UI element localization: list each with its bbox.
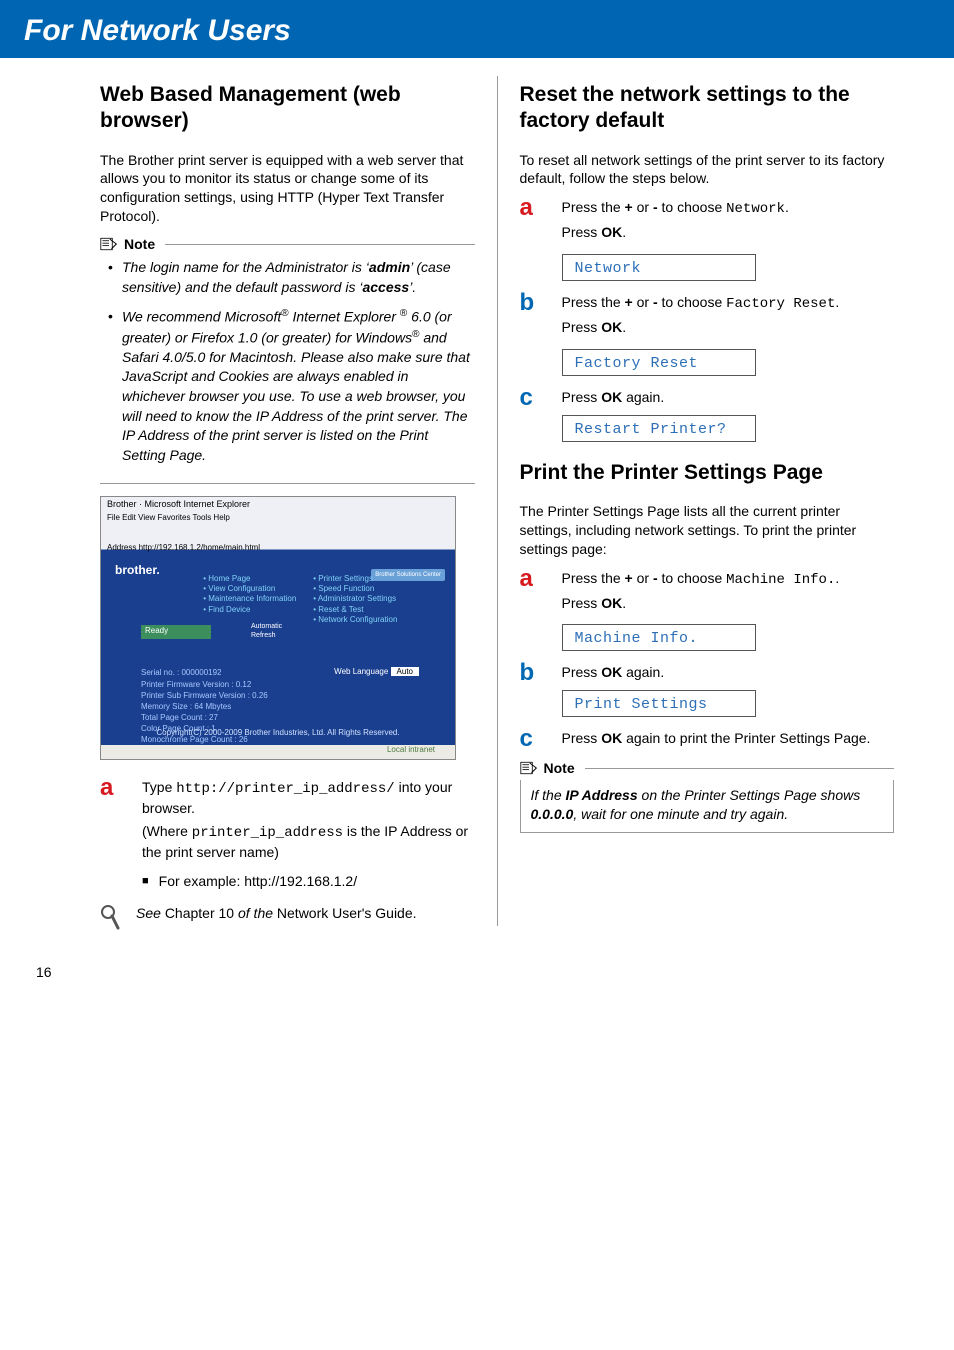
screenshot-auto-refresh: Automatic Refresh (251, 623, 282, 640)
note-label-2: Note (544, 760, 575, 776)
print-step-a: a Press the + or - to choose Machine Inf… (520, 569, 895, 617)
section-heading-web-based-management: Web Based Management (web browser) (100, 82, 475, 135)
column-divider (497, 76, 498, 926)
note-box: The login name for the Administrator is … (100, 258, 475, 484)
step-letter-c: c (520, 386, 544, 410)
print-step-c: c Press OK again to print the Printer Se… (520, 729, 895, 752)
intro-reset: To reset all network settings of the pri… (520, 151, 895, 189)
note-icon (520, 761, 538, 775)
step-letter-b: b (520, 661, 544, 685)
section-heading-print-settings: Print the Printer Settings Page (520, 460, 895, 486)
note-item-1: The login name for the Administrator is … (122, 258, 475, 297)
step-letter-a: a (520, 196, 544, 220)
page-body: Web Based Management (web browser) The B… (0, 58, 954, 950)
intro-print-settings: The Printer Settings Page lists all the … (520, 502, 895, 559)
page-header: For Network Users (0, 0, 954, 58)
note-icon (100, 237, 118, 251)
see-text: See Chapter 10 of the Network User's Gui… (136, 904, 417, 923)
screenshot-address: Address http://192.168.1.2/home/main.htm… (107, 543, 260, 552)
step-letter-b: b (520, 291, 544, 315)
header-title: For Network Users (24, 14, 930, 48)
section-heading-reset-network: Reset the network settings to the factor… (520, 82, 895, 135)
screenshot-web-language-label: Web Language Auto (334, 667, 419, 676)
print-step-b: b Press OK again. (520, 663, 895, 686)
see-reference: See Chapter 10 of the Network User's Gui… (100, 904, 475, 930)
intro-paragraph: The Brother print server is equipped wit… (100, 151, 475, 227)
note-item-2: We recommend Microsoft® Internet Explore… (122, 307, 475, 465)
note-label: Note (124, 236, 155, 252)
screenshot-menu: File Edit View Favorites Tools Help (107, 513, 230, 522)
screenshot-ready-badge: Ready (141, 625, 211, 639)
lcd-machine-info: Machine Info. (562, 624, 756, 651)
reset-step-a: a Press the + or - to choose Network. Pr… (520, 198, 895, 246)
browser-screenshot: Brother · Microsoft Internet Explorer Fi… (100, 496, 456, 760)
note-header-2: Note (520, 760, 895, 776)
lcd-restart-printer: Restart Printer? (562, 415, 756, 442)
right-column: Reset the network settings to the factor… (520, 76, 895, 930)
lcd-print-settings: Print Settings (562, 690, 756, 717)
note-box-ip: If the IP Address on the Printer Setting… (520, 780, 895, 833)
left-column: Web Based Management (web browser) The B… (100, 76, 475, 930)
example-bullet: ■ For example: http://192.168.1.2/ (142, 872, 475, 892)
lcd-network: Network (562, 254, 756, 281)
note-header: Note (100, 236, 475, 252)
step-letter-a: a (100, 776, 124, 800)
step-letter-c: c (520, 727, 544, 751)
page-number: 16 (0, 950, 954, 980)
bullet-square-icon: ■ (142, 872, 149, 892)
screenshot-brother-logo: brother. (115, 563, 160, 577)
reset-step-b: b Press the + or - to choose Factory Res… (520, 293, 895, 341)
magnifier-icon (100, 904, 120, 930)
screenshot-footer: Local intranet (101, 745, 455, 759)
step-a-left: a Type http://printer_ip_address/ into y… (100, 778, 475, 895)
step-letter-a: a (520, 567, 544, 591)
screenshot-window-title: Brother · Microsoft Internet Explorer (107, 499, 250, 509)
screenshot-copyright: Copyright(C) 2000-2009 Brother Industrie… (101, 728, 455, 737)
reset-step-c: c Press OK again. (520, 388, 895, 411)
step-body-a: Type http://printer_ip_address/ into you… (142, 778, 475, 895)
lcd-factory-reset: Factory Reset (562, 349, 756, 376)
screenshot-nav-links: • Home Page • View Configuration • Maint… (181, 563, 397, 636)
